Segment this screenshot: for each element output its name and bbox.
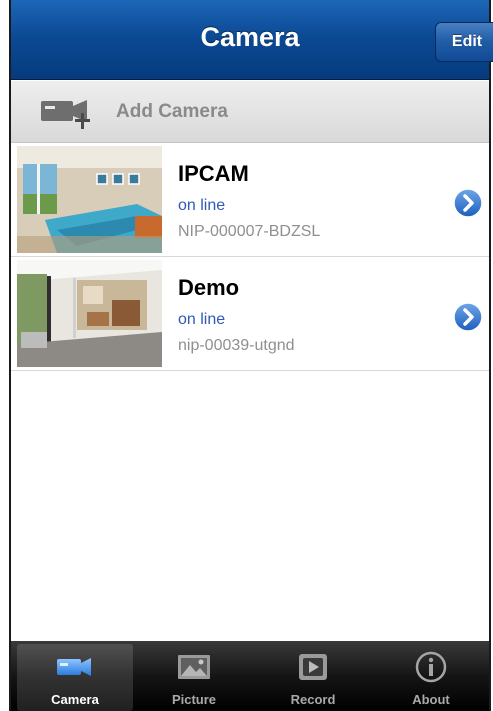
app-screen: Camera Edit Add Camera IPCAM on line NIP…: [0, 0, 493, 711]
camera-thumbnail-bedroom: [17, 146, 162, 253]
disclosure-chevron-icon[interactable]: [453, 302, 483, 332]
tab-bar: Camera Picture Record About: [11, 641, 489, 711]
navigation-bar: Camera Edit: [11, 0, 493, 80]
camera-id: nip-00039-utgnd: [178, 337, 295, 354]
camera-name: Demo: [178, 275, 240, 300]
record-icon: [299, 654, 327, 680]
add-camera-row[interactable]: Add Camera: [11, 81, 489, 143]
edit-button[interactable]: Edit: [435, 22, 493, 62]
tab-camera[interactable]: Camera: [17, 644, 133, 711]
device-frame-right: [489, 0, 491, 711]
disclosure-chevron-icon[interactable]: [453, 188, 483, 218]
tab-record[interactable]: Record: [255, 644, 371, 711]
camera-list-item[interactable]: IPCAM on line NIP-000007-BDZSL: [11, 143, 489, 257]
tab-about[interactable]: About: [373, 644, 489, 711]
tab-label: About: [412, 692, 450, 707]
tab-label: Camera: [51, 692, 99, 707]
info-icon: [415, 651, 447, 683]
tab-label: Record: [290, 692, 336, 707]
camera-list-item[interactable]: Demo on line nip-00039-utgnd: [11, 257, 489, 371]
page-title: Camera: [200, 22, 300, 52]
camera-id: NIP-000007-BDZSL: [178, 223, 321, 240]
picture-icon: [178, 655, 210, 679]
tab-label: Picture: [171, 692, 217, 707]
camera-status: on line: [178, 197, 226, 214]
add-camera-label: Add Camera: [116, 101, 228, 122]
camera-icon: [57, 658, 91, 676]
camera-plus-icon: [41, 100, 90, 129]
tab-picture[interactable]: Picture: [136, 644, 252, 711]
camera-name: IPCAM: [178, 161, 249, 186]
camera-thumbnail-patio: [17, 260, 162, 367]
camera-status: on line: [178, 311, 226, 328]
